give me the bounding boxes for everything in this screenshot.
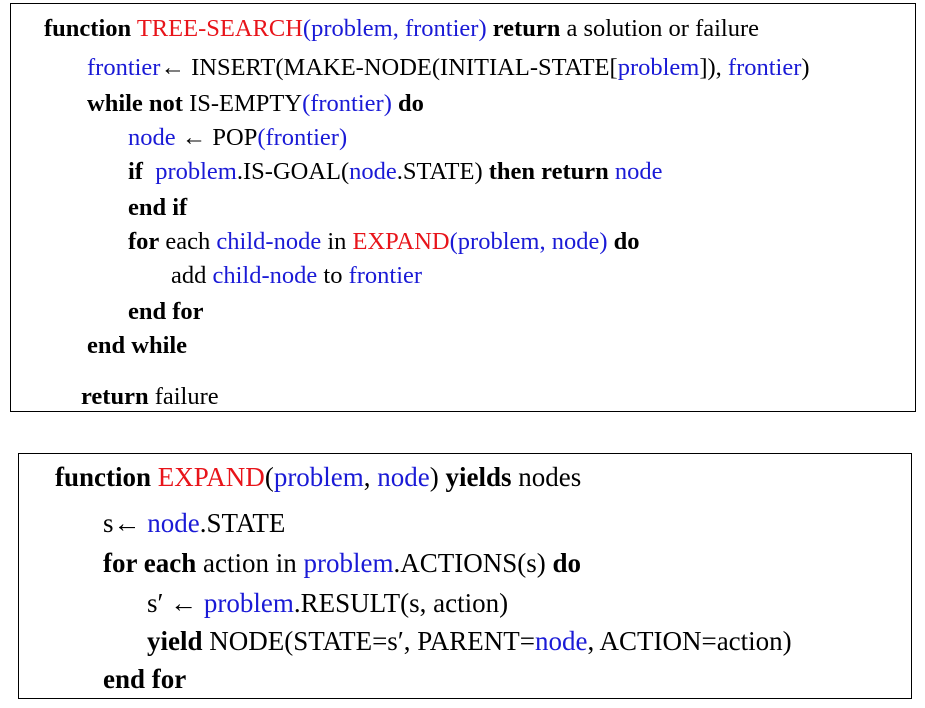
tree-search-line-1: function TREE-SEARCH(problem, frontier) …: [44, 15, 759, 42]
code-token: ,: [363, 462, 378, 492]
code-token: ): [801, 54, 810, 81]
code-token: do: [398, 90, 424, 117]
tree-search-line-5: if problem.IS-GOAL(node.STATE) then retu…: [128, 158, 663, 185]
code-token: frontier: [404, 15, 479, 42]
code-token: NODE(STATE=s′, PARENT=: [202, 626, 535, 656]
code-token: in: [321, 228, 353, 255]
code-token: each: [159, 228, 217, 255]
tree-search-line-7: for each child-node in EXPAND(problem, n…: [128, 228, 640, 255]
code-token: ← POP: [175, 124, 258, 151]
code-token: ]),: [699, 54, 728, 81]
tree-search-line-6: end if: [128, 194, 188, 221]
code-token: (problem, node): [449, 228, 608, 255]
code-token: node: [614, 158, 663, 185]
code-token: do: [552, 548, 581, 578]
code-token: function: [55, 462, 152, 492]
code-token: .ACTIONS(s): [393, 548, 553, 578]
code-token: end for: [128, 298, 204, 325]
code-token: for each: [103, 548, 197, 578]
code-token: frontier: [87, 54, 161, 81]
code-token: problem: [617, 54, 700, 81]
code-token: return: [492, 15, 561, 42]
tree-search-line-11: return failure: [81, 383, 219, 410]
code-token: ,: [392, 15, 405, 42]
code-token: node: [349, 158, 397, 185]
code-token: action in: [196, 548, 304, 578]
code-token: ← INSERT(MAKE-NODE(INITIAL-STATE[: [160, 54, 618, 81]
code-token: node: [377, 462, 430, 492]
code-token: return: [81, 383, 149, 410]
code-token: then return: [488, 158, 609, 185]
code-token: .STATE): [396, 158, 489, 185]
code-token: if: [128, 158, 143, 185]
code-token: function: [44, 15, 132, 42]
code-token: yield: [147, 626, 203, 656]
code-token: node: [147, 508, 200, 538]
expand-box: function EXPAND(problem, node) yields no…: [18, 453, 912, 699]
code-token: problem: [155, 158, 237, 185]
code-token: s←: [103, 508, 148, 538]
tree-search-line-2: frontier← INSERT(MAKE-NODE(INITIAL-STATE…: [87, 54, 810, 81]
code-token: (: [302, 15, 312, 42]
code-token: .STATE: [199, 508, 286, 538]
code-token: ): [478, 15, 487, 42]
code-token: to: [317, 262, 349, 289]
tree-search-line-3: while not IS-EMPTY(frontier) do: [87, 90, 424, 117]
code-token: a solution or failure: [560, 15, 759, 42]
code-token: add: [171, 262, 213, 289]
code-token: (: [264, 462, 274, 492]
expand-line-5: yield NODE(STATE=s′, PARENT=node, ACTION…: [147, 628, 792, 655]
code-token: nodes: [511, 462, 582, 492]
code-token: (frontier): [302, 90, 392, 117]
code-token: IS-EMPTY: [182, 90, 303, 117]
code-token: problem: [311, 15, 393, 42]
code-token: ): [429, 462, 446, 492]
code-token: child-node: [216, 228, 322, 255]
code-token: for: [128, 228, 160, 255]
code-token: yields: [445, 462, 512, 492]
code-token: while not: [87, 90, 183, 117]
expand-line-1: function EXPAND(problem, node) yields no…: [55, 464, 581, 491]
code-token: s′ ←: [147, 588, 204, 618]
expand-line-6: end for: [103, 666, 186, 693]
code-token: .RESULT(s, action): [293, 588, 509, 618]
code-token: , ACTION=action): [587, 626, 792, 656]
tree-search-box: function TREE-SEARCH(problem, frontier) …: [10, 3, 916, 412]
code-token: EXPAND: [157, 462, 265, 492]
code-token: end for: [103, 664, 187, 694]
code-token: do: [613, 228, 640, 255]
expand-line-2: s← node.STATE: [103, 510, 285, 537]
code-token: node: [128, 124, 176, 151]
tree-search-line-4: node ← POP(frontier): [128, 124, 348, 151]
code-token: child-node: [212, 262, 318, 289]
code-token: problem: [203, 588, 294, 618]
expand-line-4: s′ ← problem.RESULT(s, action): [147, 590, 508, 617]
code-token: problem: [303, 548, 394, 578]
code-token: frontier: [727, 54, 802, 81]
code-token: frontier: [348, 262, 423, 289]
code-token: (frontier): [257, 124, 348, 151]
code-token: EXPAND: [352, 228, 450, 255]
code-token: end if: [128, 194, 188, 221]
tree-search-line-9: end for: [128, 298, 204, 325]
code-token: end while: [87, 332, 188, 359]
code-token: node: [534, 626, 588, 656]
expand-line-3: for each action in problem.ACTIONS(s) do: [103, 550, 581, 577]
code-token: TREE-SEARCH: [136, 15, 303, 42]
code-token: .IS-GOAL(: [236, 158, 350, 185]
code-token: problem: [273, 462, 364, 492]
tree-search-line-10: end while: [87, 332, 188, 359]
tree-search-line-8: add child-node to frontier: [171, 262, 423, 289]
code-token: failure: [148, 383, 219, 410]
